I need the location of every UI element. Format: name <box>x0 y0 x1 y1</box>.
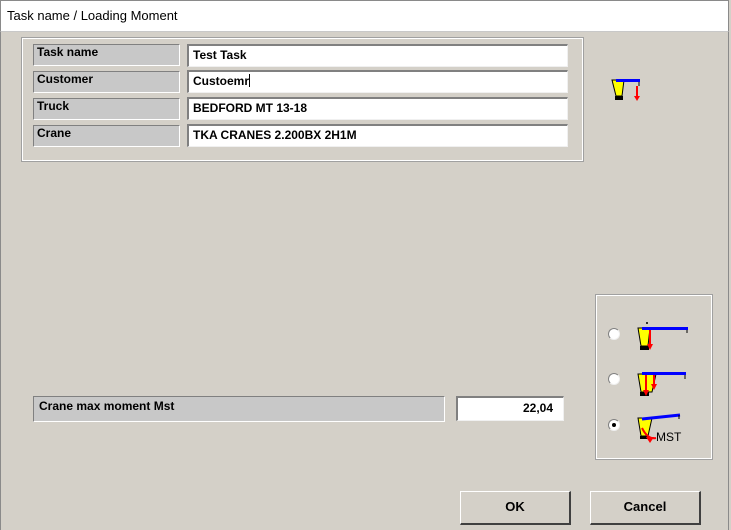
task-name-field[interactable]: Test Task <box>187 44 568 67</box>
window-title-bar: Task name / Loading Moment <box>0 0 729 32</box>
truck-label: Truck <box>33 98 180 120</box>
text-caret <box>249 74 251 87</box>
crane-boom-load-icon <box>637 322 688 350</box>
task-name-label: Task name <box>33 44 180 66</box>
crane-max-moment-value: 22,04 <box>456 396 564 421</box>
customer-label: Customer <box>33 71 180 93</box>
crane-field[interactable]: TKA CRANES 2.200BX 2H1M <box>187 124 568 147</box>
mst-icon-label: MST <box>656 430 682 444</box>
ok-button[interactable]: OK <box>460 491 571 525</box>
window-title: Task name / Loading Moment <box>7 8 178 23</box>
crane-max-moment-label: Crane max moment Mst <box>33 396 445 422</box>
customer-field[interactable]: Custoemr <box>187 70 568 93</box>
crane-label: Crane <box>33 125 180 147</box>
truck-field[interactable]: BEDFORD MT 13-18 <box>187 97 568 120</box>
customer-field-value: Custoemr <box>193 74 250 88</box>
crane-boom-load-icon <box>611 79 640 101</box>
mode-radio-2[interactable] <box>608 373 620 385</box>
mode-radio-1[interactable] <box>608 328 620 340</box>
cancel-button[interactable]: Cancel <box>590 491 701 525</box>
crane-boom-double-load-icon <box>637 372 686 396</box>
mode-radio-3[interactable] <box>608 419 620 431</box>
